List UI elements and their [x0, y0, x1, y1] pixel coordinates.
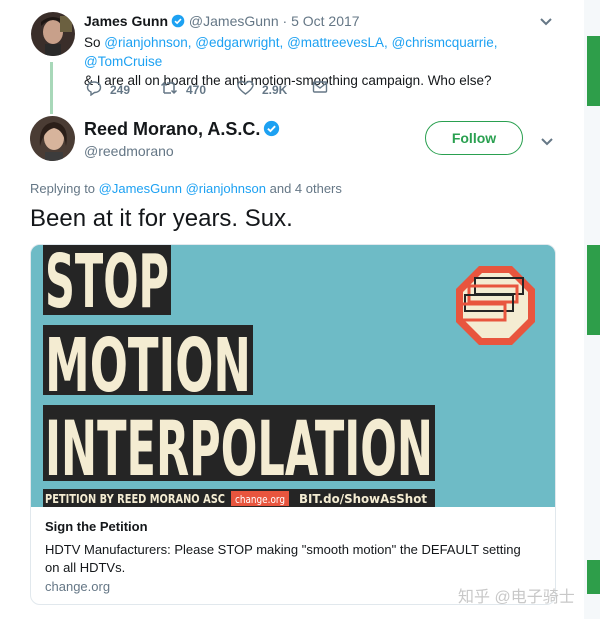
- james-gunn-avatar[interactable]: [31, 12, 75, 56]
- card-image-petition: PETITION BY REED MORANO ASC: [45, 492, 225, 506]
- card-domain: change.org: [45, 579, 111, 594]
- reply-count: 249: [110, 82, 131, 97]
- retweet-button[interactable]: 470: [160, 80, 206, 99]
- side-accent: [587, 245, 600, 335]
- card-description: HDTV Manufacturers: Please STOP making "…: [45, 542, 521, 575]
- mention-link[interactable]: @chrismcquarrie,: [392, 35, 498, 50]
- card-image-site: change.org: [235, 493, 285, 506]
- like-icon: [237, 80, 262, 99]
- retweet-count: 470: [186, 82, 207, 97]
- reply-button[interactable]: 249: [86, 80, 130, 99]
- mention-link[interactable]: @TomCruise: [84, 54, 162, 69]
- tweet1-separator: ·: [282, 13, 288, 29]
- mention-link[interactable]: @edgarwright,: [195, 35, 283, 50]
- mention-link[interactable]: @rianjohnson,: [104, 35, 191, 50]
- side-accent: [587, 36, 600, 106]
- replying-label: Replying to: [30, 181, 96, 196]
- card-title: Sign the Petition: [45, 519, 148, 534]
- message-button[interactable]: [312, 80, 336, 97]
- message-icon: [312, 80, 336, 97]
- tweet1-date[interactable]: 5 Oct 2017: [291, 13, 360, 29]
- replying-suffix[interactable]: and 4 others: [270, 181, 342, 196]
- stop-sign-icon: [456, 266, 535, 345]
- card-image: STOP MOTION INTERPOLATION PETITION BY RE…: [31, 245, 555, 507]
- tweet2-handle[interactable]: @reedmorano: [84, 143, 174, 159]
- tweet2-text: Been at it for years. Sux.: [30, 205, 293, 232]
- like-count: 2.9K: [262, 82, 288, 97]
- thread-connector: [50, 62, 53, 114]
- card-image-line1: STOP: [45, 245, 169, 325]
- page-side-strip: [584, 0, 600, 619]
- tweet1-author-name[interactable]: James Gunn: [84, 13, 168, 29]
- verified-badge-icon: [171, 14, 185, 31]
- replying-to: Replying to @JamesGunn @rianjohnson and …: [30, 181, 342, 196]
- tweet1-handle[interactable]: @JamesGunn: [189, 13, 279, 29]
- tweet1-text-rest: & I are all on board the anti-motion-smo…: [84, 73, 492, 88]
- reply-icon: [86, 80, 110, 99]
- tweet2-author-name-text: Reed Morano, A.S.C.: [84, 119, 261, 139]
- verified-badge-icon: [263, 120, 280, 142]
- link-card[interactable]: STOP MOTION INTERPOLATION PETITION BY RE…: [30, 244, 556, 605]
- tweet2-author-name[interactable]: Reed Morano, A.S.C.: [84, 119, 280, 142]
- replying-mentions[interactable]: @JamesGunn @rianjohnson: [99, 181, 266, 196]
- tweet1-header: James Gunn @JamesGunn · 5 Oct 2017: [84, 13, 360, 31]
- tweet1-text-prefix: So: [84, 35, 105, 50]
- mention-link[interactable]: @mattreevesLA,: [287, 35, 388, 50]
- card-image-line2: MOTION: [45, 323, 251, 409]
- side-accent: [587, 560, 600, 594]
- follow-button[interactable]: Follow: [425, 121, 523, 155]
- card-image-line3: INTERPOLATION: [45, 404, 433, 493]
- chevron-down-icon[interactable]: [539, 14, 553, 30]
- reed-morano-avatar[interactable]: [30, 116, 75, 161]
- like-button[interactable]: 2.9K: [237, 80, 287, 99]
- card-image-link: BIT.do/ShowAsShot: [299, 492, 427, 506]
- retweet-icon: [160, 80, 186, 99]
- chevron-down-icon[interactable]: [540, 134, 554, 150]
- watermark: 知乎 @电子骑士: [458, 589, 575, 606]
